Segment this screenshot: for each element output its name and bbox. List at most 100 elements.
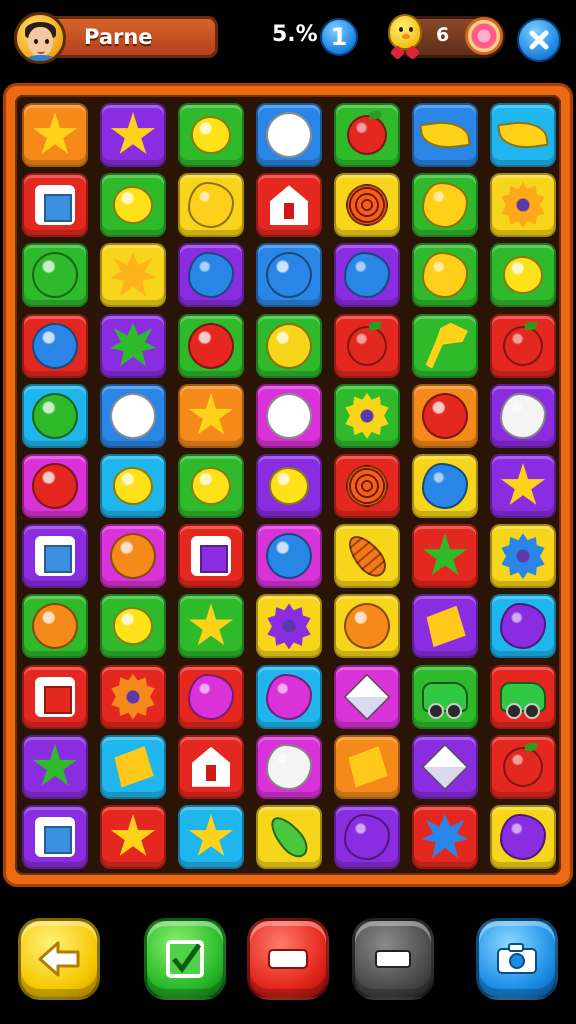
tile[interactable] — [22, 594, 88, 659]
remove-button[interactable] — [247, 918, 329, 1000]
lemon-icon — [191, 116, 231, 154]
tile[interactable] — [256, 805, 322, 869]
tile[interactable] — [256, 594, 322, 659]
lemon-icon — [503, 256, 543, 295]
tile[interactable] — [100, 103, 166, 167]
tile[interactable] — [256, 524, 322, 589]
tile[interactable] — [100, 454, 166, 518]
tile[interactable] — [334, 243, 400, 308]
tile[interactable] — [490, 594, 556, 659]
leaf-icon — [497, 117, 549, 153]
tile[interactable] — [412, 454, 478, 518]
house-door — [206, 764, 216, 781]
tile[interactable] — [178, 383, 244, 448]
box-inner — [44, 194, 72, 223]
tile[interactable] — [412, 103, 478, 167]
tile[interactable] — [412, 173, 478, 238]
tile[interactable] — [178, 173, 244, 238]
camera-button[interactable] — [476, 918, 558, 1000]
tile[interactable] — [490, 454, 556, 518]
tile[interactable] — [100, 173, 166, 238]
tile[interactable] — [334, 454, 400, 518]
tile[interactable] — [334, 383, 400, 448]
blob-icon — [422, 463, 468, 509]
tile[interactable] — [256, 454, 322, 518]
tile[interactable] — [412, 313, 478, 378]
tile[interactable] — [490, 734, 556, 799]
tile[interactable] — [100, 313, 166, 378]
tile[interactable] — [22, 383, 88, 448]
tile[interactable] — [334, 524, 400, 589]
tile[interactable] — [22, 524, 88, 589]
tile[interactable] — [334, 594, 400, 659]
avatar[interactable] — [14, 12, 66, 64]
tile[interactable] — [178, 664, 244, 729]
tile[interactable] — [256, 173, 322, 238]
tile[interactable] — [334, 173, 400, 238]
tile[interactable] — [22, 313, 88, 378]
tile[interactable] — [412, 524, 478, 589]
tile[interactable] — [256, 383, 322, 448]
tile[interactable] — [178, 524, 244, 589]
tile[interactable] — [100, 734, 166, 799]
tile[interactable] — [100, 383, 166, 448]
tile[interactable] — [334, 734, 400, 799]
tile[interactable] — [100, 524, 166, 589]
tile[interactable] — [22, 664, 88, 729]
tile[interactable] — [490, 383, 556, 448]
player-name-pill[interactable]: Parne — [44, 16, 218, 58]
level-badge-button[interactable]: 1 — [320, 18, 358, 56]
tile[interactable] — [178, 805, 244, 869]
tile[interactable] — [256, 243, 322, 308]
tile[interactable] — [490, 173, 556, 238]
tile[interactable] — [412, 664, 478, 729]
tile[interactable] — [22, 173, 88, 238]
close-cross-button[interactable] — [517, 18, 561, 62]
tile[interactable] — [490, 524, 556, 589]
tile[interactable] — [256, 664, 322, 729]
tile[interactable] — [22, 805, 88, 869]
ball-icon — [266, 252, 312, 299]
tile[interactable] — [490, 243, 556, 308]
tile[interactable] — [412, 383, 478, 448]
tile[interactable] — [178, 103, 244, 167]
box-icon — [35, 817, 75, 857]
tile[interactable] — [490, 103, 556, 167]
avatar-eye — [34, 39, 38, 44]
tile[interactable] — [100, 594, 166, 659]
tile[interactable] — [412, 805, 478, 869]
confirm-button[interactable] — [144, 918, 226, 1000]
tile[interactable] — [334, 313, 400, 378]
tile[interactable] — [256, 734, 322, 799]
ball-icon — [32, 252, 78, 299]
tile[interactable] — [178, 243, 244, 308]
tile[interactable] — [22, 734, 88, 799]
top-bar: Parne 5.% 1 6 — [0, 0, 576, 80]
tile[interactable] — [490, 313, 556, 378]
tile[interactable] — [100, 664, 166, 729]
tile[interactable] — [178, 313, 244, 378]
cheese-icon — [348, 746, 388, 788]
tile[interactable] — [412, 243, 478, 308]
donut-icon[interactable] — [465, 17, 503, 55]
cloud-icon — [500, 392, 546, 439]
tile[interactable] — [178, 454, 244, 518]
tile[interactable] — [334, 805, 400, 869]
tile[interactable] — [334, 103, 400, 167]
tile[interactable] — [178, 594, 244, 659]
tile[interactable] — [22, 103, 88, 167]
tile[interactable] — [22, 454, 88, 518]
tile[interactable] — [256, 103, 322, 167]
tile[interactable] — [412, 594, 478, 659]
tile[interactable] — [412, 734, 478, 799]
tile[interactable] — [178, 734, 244, 799]
pause-button[interactable] — [352, 918, 434, 1000]
tile[interactable] — [490, 805, 556, 869]
tile[interactable] — [256, 313, 322, 378]
tile[interactable] — [100, 243, 166, 308]
tile[interactable] — [490, 664, 556, 729]
tile[interactable] — [334, 664, 400, 729]
back-button[interactable] — [18, 918, 100, 1000]
tile[interactable] — [22, 243, 88, 308]
tile[interactable] — [100, 805, 166, 869]
